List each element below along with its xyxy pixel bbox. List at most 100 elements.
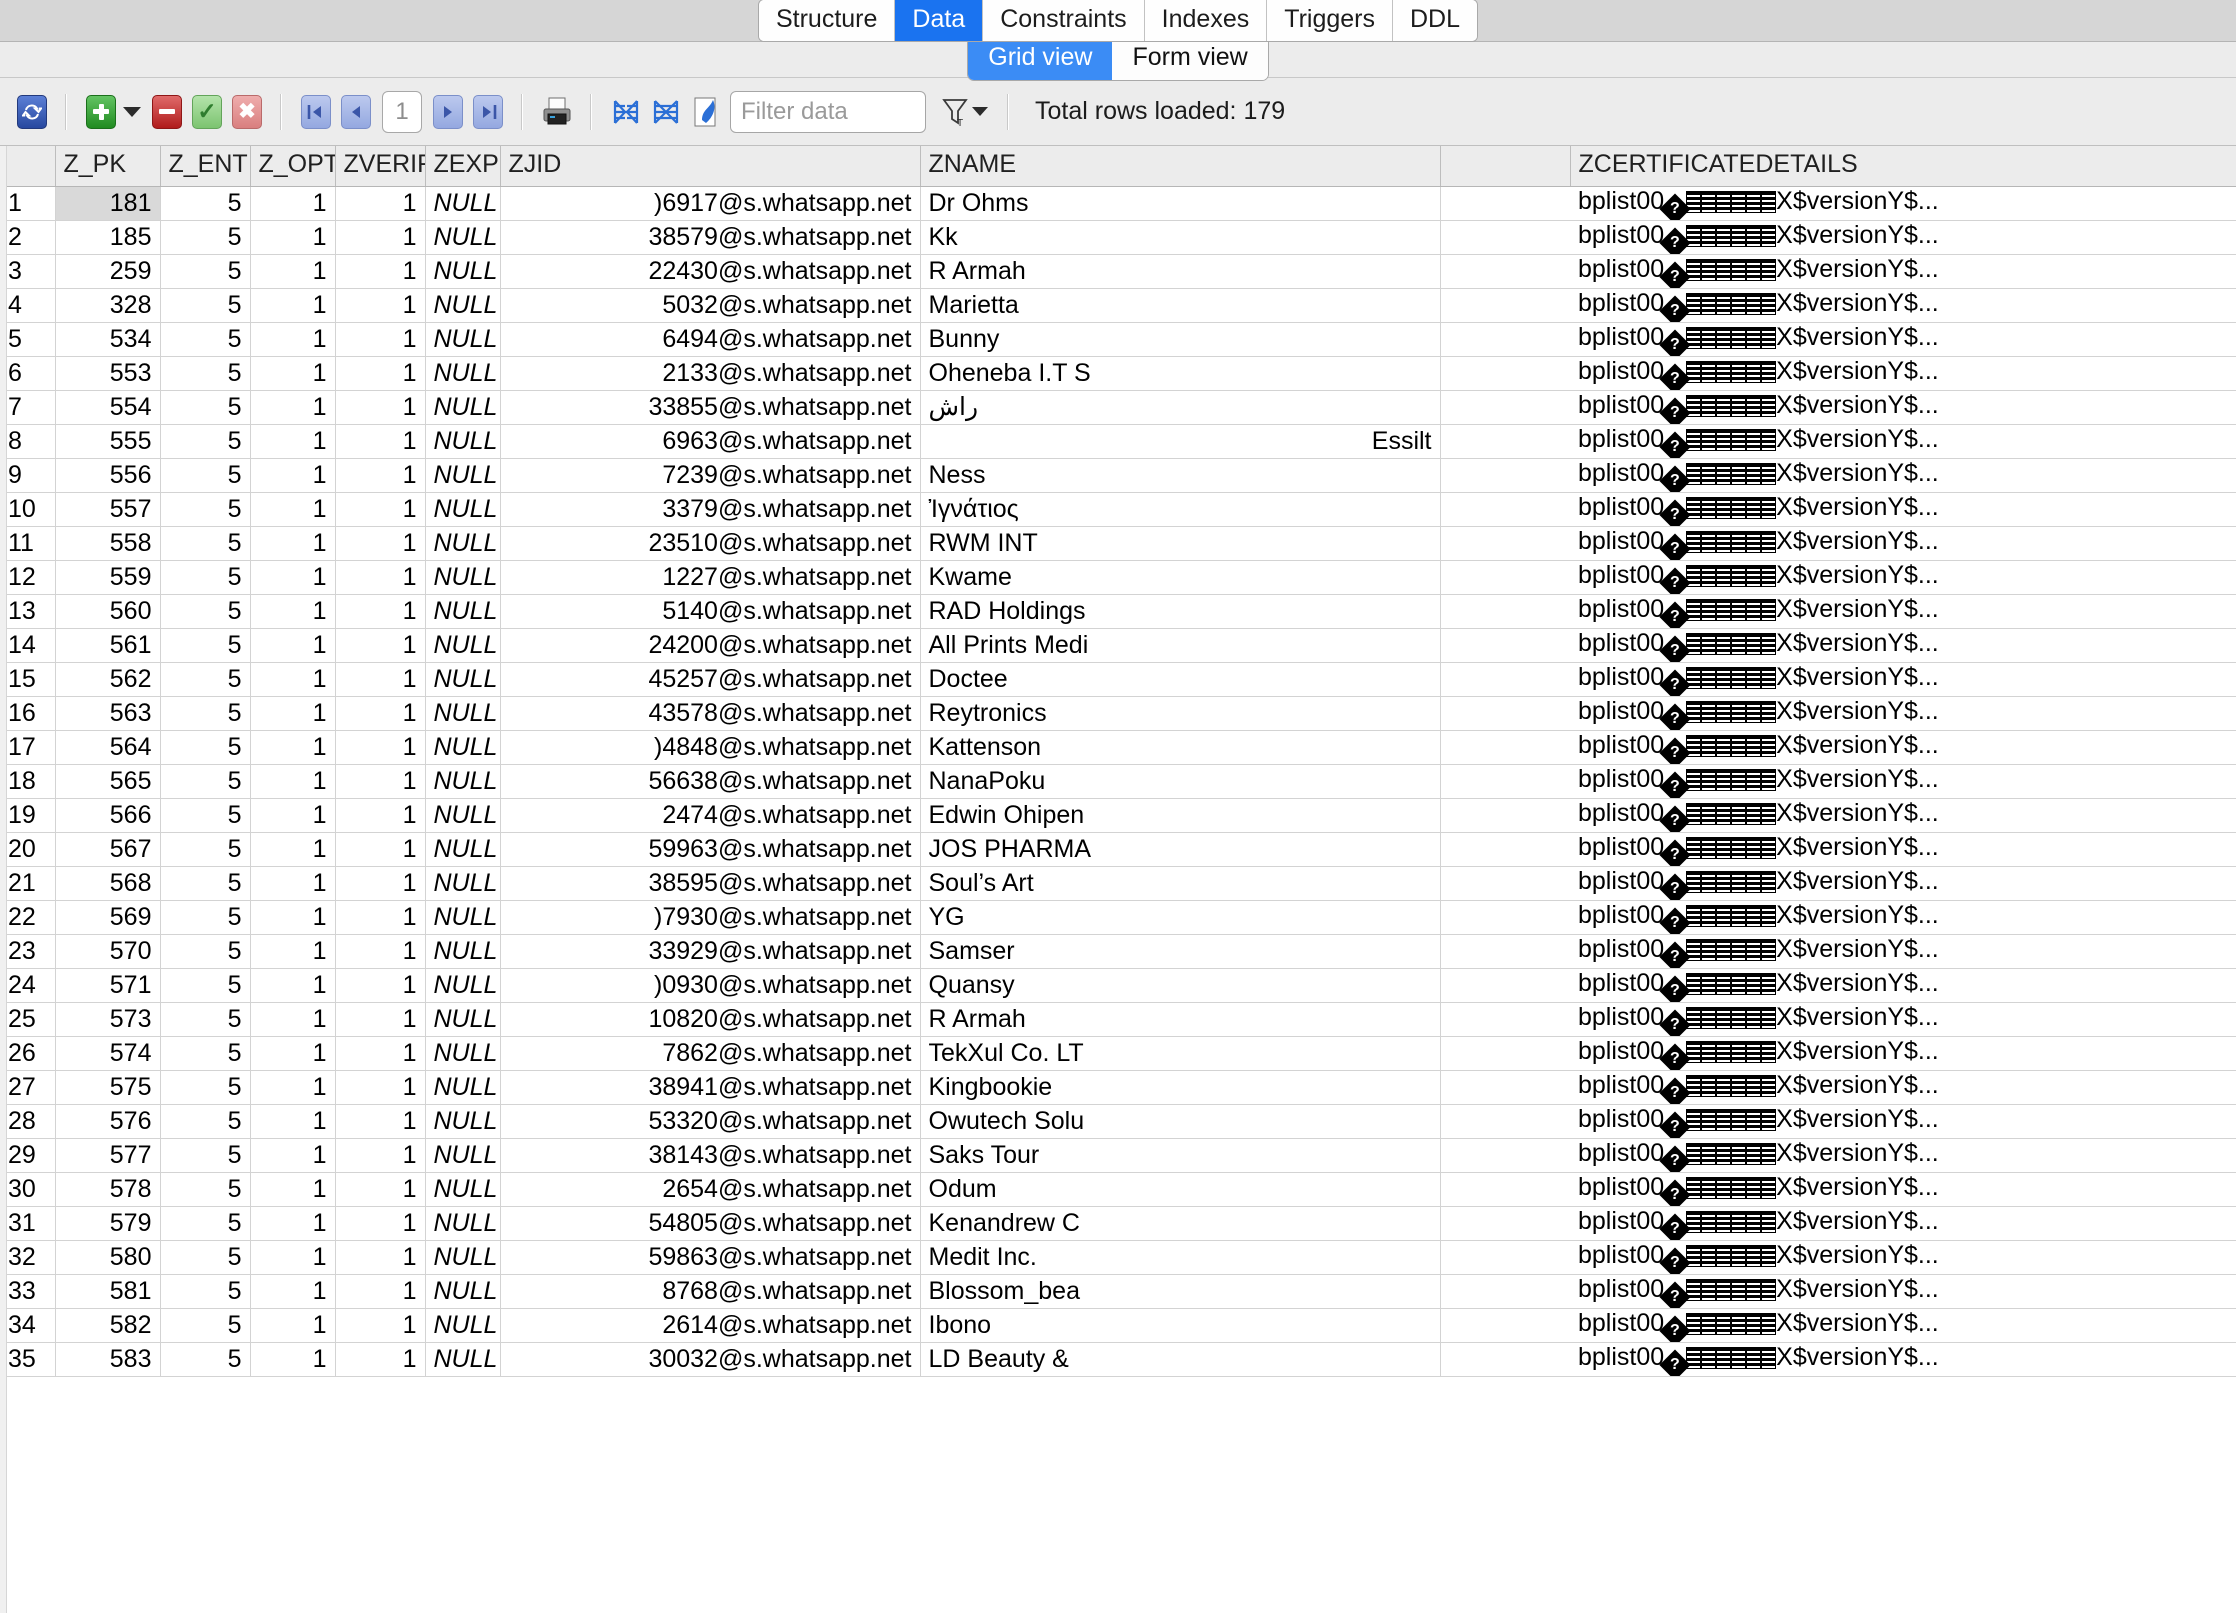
cell-zexpire[interactable]: NULL	[425, 968, 501, 1003]
cell-zcertificatedetails[interactable]: bplist00? X$versionY$...	[1570, 1070, 2236, 1105]
cell-zexpire[interactable]: NULL	[425, 866, 501, 901]
cell-z-opt[interactable]: 1	[250, 322, 336, 357]
row-number-cell[interactable]: 12	[0, 560, 56, 595]
row-number-cell[interactable]: 35	[0, 1342, 56, 1377]
cell-zname[interactable]: Kattenson	[920, 730, 1441, 765]
cell-z-ent[interactable]: 5	[160, 288, 251, 323]
cell-zverific[interactable]: 1	[335, 356, 426, 391]
cell-z-opt[interactable]: 1	[250, 1240, 336, 1275]
row-number-cell[interactable]: 17	[0, 730, 56, 765]
cell-zexpire[interactable]: NULL	[425, 1104, 501, 1139]
cell-zexpire[interactable]: NULL	[425, 322, 501, 357]
row-number-cell[interactable]: 25	[0, 1002, 56, 1037]
table-row[interactable]: 9 556 5 1 1 NULL 7239@s.whatsapp.net Ness bplist…	[0, 458, 2236, 493]
color-format-button[interactable]	[686, 92, 726, 132]
table-row[interactable]: 26 574 5 1 1 NULL 7862@s.whatsapp.net TekXul Co…	[0, 1036, 2236, 1071]
cell-z-ent[interactable]: 5	[160, 798, 251, 833]
cell-z-pk[interactable]: 565	[55, 764, 161, 799]
table-row[interactable]: 4 328 5 1 1 NULL 5032@s.whatsapp.net Marietta bp…	[0, 288, 2236, 323]
cell-zcertificatedetails[interactable]: bplist00? X$versionY$...	[1570, 1206, 2236, 1241]
row-number-cell[interactable]: 33	[0, 1274, 56, 1309]
cell-zcertificatedetails[interactable]: bplist00? X$versionY$...	[1570, 1002, 2236, 1037]
table-row[interactable]: 20 567 5 1 1 NULL 59963@s.whatsapp.net JOS PHAR…	[0, 832, 2236, 867]
cell-z-pk[interactable]: 577	[55, 1138, 161, 1173]
cell-zverific[interactable]: 1	[335, 1138, 426, 1173]
cell-spacer[interactable]	[1440, 1172, 1570, 1207]
row-number-cell[interactable]: 3	[0, 254, 56, 289]
cell-zjid[interactable]: 2654@s.whatsapp.net	[500, 1172, 921, 1207]
cell-zname[interactable]: R Armah	[920, 1002, 1441, 1037]
cell-zexpire[interactable]: NULL	[425, 1274, 501, 1309]
cell-z-pk[interactable]: 579	[55, 1206, 161, 1241]
table-row[interactable]: 25 573 5 1 1 NULL 10820@s.whatsapp.net R Armah b…	[0, 1002, 2236, 1037]
cell-z-pk[interactable]: 553	[55, 356, 161, 391]
cell-z-pk[interactable]: 554	[55, 390, 161, 425]
cell-zverific[interactable]: 1	[335, 254, 426, 289]
cell-spacer[interactable]	[1440, 798, 1570, 833]
cell-z-pk[interactable]: 576	[55, 1104, 161, 1139]
cell-zjid[interactable]: 38595@s.whatsapp.net	[500, 866, 921, 901]
cell-zjid[interactable]: )4848@s.whatsapp.net	[500, 730, 921, 765]
cell-zcertificatedetails[interactable]: bplist00? X$versionY$...	[1570, 220, 2236, 255]
cell-z-pk[interactable]: 562	[55, 662, 161, 697]
cell-zname[interactable]: YG	[920, 900, 1441, 935]
cell-zname[interactable]: Odum	[920, 1172, 1441, 1207]
cell-z-ent[interactable]: 5	[160, 220, 251, 255]
cell-z-ent[interactable]: 5	[160, 1172, 251, 1207]
row-number-cell[interactable]: 34	[0, 1308, 56, 1343]
cell-zcertificatedetails[interactable]: bplist00? X$versionY$...	[1570, 1308, 2236, 1343]
cell-z-pk[interactable]: 259	[55, 254, 161, 289]
cell-z-ent[interactable]: 5	[160, 1240, 251, 1275]
cell-spacer[interactable]	[1440, 696, 1570, 731]
cell-zjid[interactable]: 10820@s.whatsapp.net	[500, 1002, 921, 1037]
cell-zcertificatedetails[interactable]: bplist00? X$versionY$...	[1570, 628, 2236, 663]
row-number-cell[interactable]: 20	[0, 832, 56, 867]
refresh-button[interactable]	[12, 92, 52, 132]
row-number-cell[interactable]: 19	[0, 798, 56, 833]
cell-z-opt[interactable]: 1	[250, 1036, 336, 1071]
row-number-cell[interactable]: 13	[0, 594, 56, 629]
cell-z-ent[interactable]: 5	[160, 458, 251, 493]
table-row[interactable]: 10 557 5 1 1 NULL 3379@s.whatsapp.net Ἰγνάτιος b…	[0, 492, 2236, 527]
tab-structure[interactable]: Structure	[758, 0, 896, 41]
cell-zverific[interactable]: 1	[335, 390, 426, 425]
cell-spacer[interactable]	[1440, 628, 1570, 663]
cell-z-pk[interactable]: 557	[55, 492, 161, 527]
cell-zjid[interactable]: 23510@s.whatsapp.net	[500, 526, 921, 561]
cell-zjid[interactable]: 7239@s.whatsapp.net	[500, 458, 921, 493]
table-row[interactable]: 22 569 5 1 1 NULL)7930@s.whatsapp.net YG bplist…	[0, 900, 2236, 935]
table-row[interactable]: 8 555 5 1 1 NULL 6963@s.whatsapp.net Essilt bpli…	[0, 424, 2236, 459]
cell-z-ent[interactable]: 5	[160, 186, 251, 221]
cell-z-ent[interactable]: 5	[160, 1036, 251, 1071]
cell-z-ent[interactable]: 5	[160, 968, 251, 1003]
cell-zname[interactable]: Owutech Solu	[920, 1104, 1441, 1139]
cell-zcertificatedetails[interactable]: bplist00? X$versionY$...	[1570, 424, 2236, 459]
cell-zverific[interactable]: 1	[335, 220, 426, 255]
cell-zname[interactable]: Blossom_bea	[920, 1274, 1441, 1309]
row-number-cell[interactable]: 31	[0, 1206, 56, 1241]
cell-zexpire[interactable]: NULL	[425, 730, 501, 765]
cell-z-pk[interactable]: 580	[55, 1240, 161, 1275]
cell-z-opt[interactable]: 1	[250, 628, 336, 663]
column-header-z-pk[interactable]: Z_PK	[55, 146, 161, 187]
cell-zverific[interactable]: 1	[335, 628, 426, 663]
cell-z-ent[interactable]: 5	[160, 526, 251, 561]
cell-zexpire[interactable]: NULL	[425, 220, 501, 255]
cell-z-opt[interactable]: 1	[250, 1274, 336, 1309]
cell-z-opt[interactable]: 1	[250, 526, 336, 561]
cell-zname[interactable]: Bunny	[920, 322, 1441, 357]
cell-zexpire[interactable]: NULL	[425, 764, 501, 799]
cell-zverific[interactable]: 1	[335, 900, 426, 935]
table-row[interactable]: 23 570 5 1 1 NULL 33929@s.whatsapp.net Samser bp…	[0, 934, 2236, 969]
cell-z-pk[interactable]: 578	[55, 1172, 161, 1207]
row-number-cell[interactable]: 26	[0, 1036, 56, 1071]
table-row[interactable]: 7 554 5 1 1 NULL 33855@s.whatsapp.net راش bplist…	[0, 390, 2236, 425]
filter-data-input[interactable]	[730, 90, 926, 133]
cell-z-opt[interactable]: 1	[250, 730, 336, 765]
cell-zverific[interactable]: 1	[335, 1342, 426, 1377]
table-row[interactable]: 33 581 5 1 1 NULL 8768@s.whatsapp.net Blossom_b…	[0, 1274, 2236, 1309]
cell-zjid[interactable]: 38143@s.whatsapp.net	[500, 1138, 921, 1173]
cell-spacer[interactable]	[1440, 968, 1570, 1003]
cell-zname[interactable]: Ἰγνάτιος	[920, 492, 1441, 527]
cell-spacer[interactable]	[1440, 322, 1570, 357]
